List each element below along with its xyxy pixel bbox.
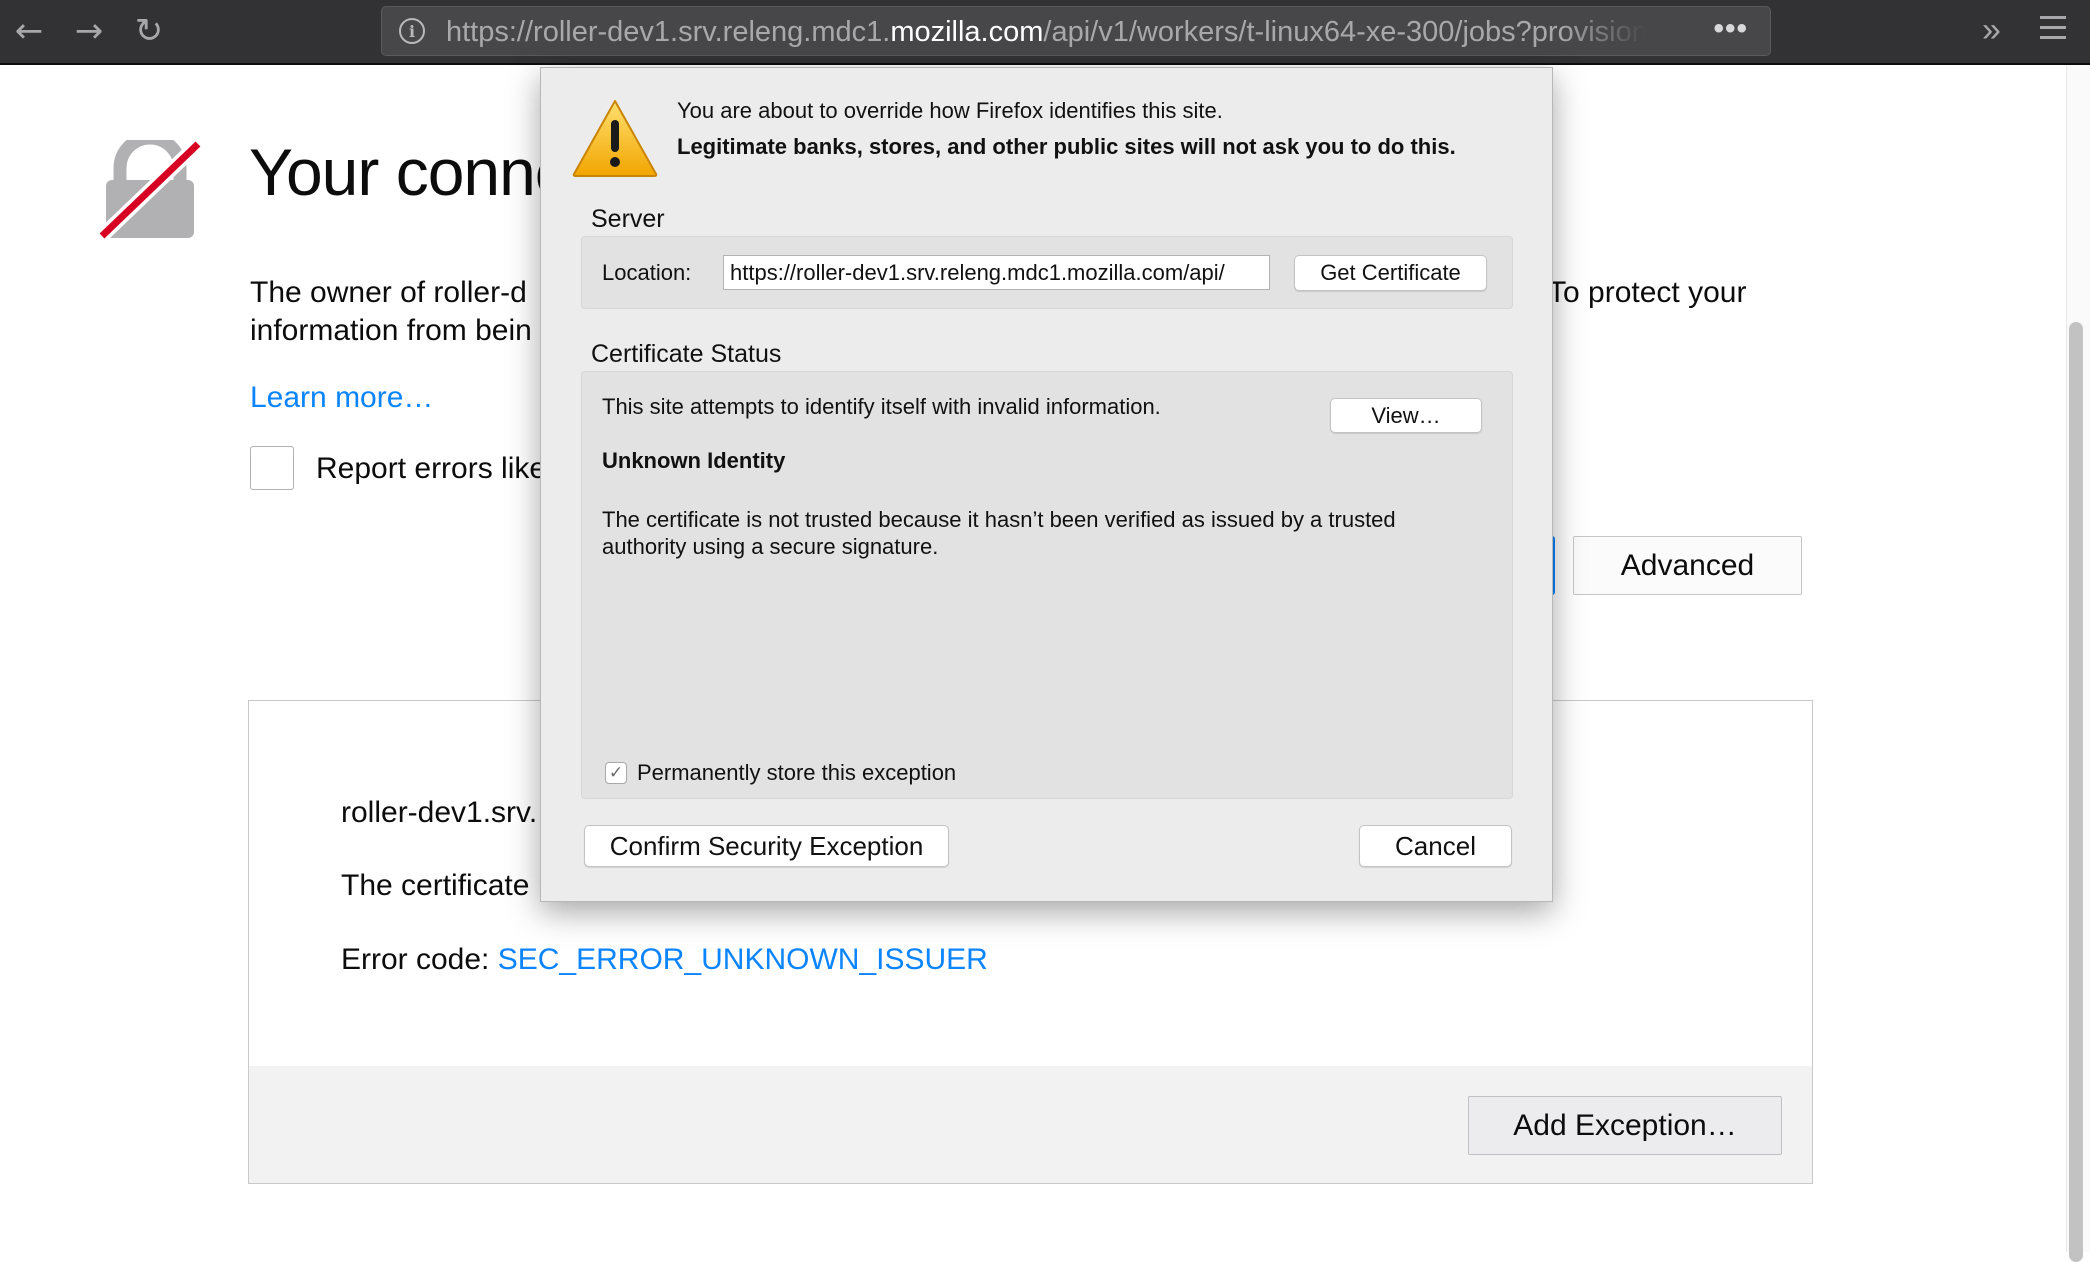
broken-lock-icon <box>98 140 202 240</box>
add-exception-button[interactable]: Add Exception… <box>1468 1096 1782 1155</box>
warning-text: You are about to override how Firefox id… <box>677 98 1223 123</box>
browser-toolbar: ← → ↻ i https://roller-dev1.srv.releng.m… <box>0 0 2090 65</box>
page-description-right: To protect your <box>1548 276 1747 309</box>
reload-icon[interactable]: ↻ <box>126 8 172 54</box>
url-bar[interactable]: i https://roller-dev1.srv.releng.mdc1.mo… <box>381 6 1771 56</box>
learn-more-link[interactable]: Learn more… <box>250 381 433 415</box>
more-actions-icon[interactable]: ••• <box>1713 7 1748 57</box>
url-host: mozilla.com <box>890 16 1044 48</box>
view-certificate-button[interactable]: View… <box>1330 398 1482 433</box>
certificate-status-title: Certificate Status <box>591 340 782 368</box>
report-errors-checkbox[interactable] <box>250 446 294 490</box>
report-errors-label: Report errors like <box>316 452 547 485</box>
get-certificate-button[interactable]: Get Certificate <box>1294 255 1487 291</box>
warning-bold-text: Legitimate banks, stores, and other publ… <box>677 134 1456 159</box>
page-description-line1: The owner of roller-d <box>250 276 527 309</box>
forward-arrow-icon[interactable]: → <box>66 8 112 54</box>
scrollbar-thumb[interactable] <box>2069 322 2083 1262</box>
page-description-line2: information from bein <box>250 314 532 347</box>
unknown-identity-title: Unknown Identity <box>602 448 786 473</box>
hamburger-menu-icon[interactable] <box>2040 16 2066 42</box>
certificate-status-group: This site attempts to identify itself wi… <box>581 371 1513 799</box>
advanced-host-text: roller-dev1.srv. <box>341 796 538 829</box>
cancel-button[interactable]: Cancel <box>1359 825 1512 867</box>
permanently-store-label[interactable]: Permanently store this exception <box>637 760 956 786</box>
add-security-exception-dialog: You are about to override how Firefox id… <box>540 67 1553 902</box>
error-code-link[interactable]: SEC_ERROR_UNKNOWN_ISSUER <box>498 943 988 976</box>
confirm-security-exception-button[interactable]: Confirm Security Exception <box>584 825 949 867</box>
overflow-chevrons-icon[interactable]: » <box>1982 10 2001 50</box>
certificate-description: The certificate is not trusted because i… <box>602 507 1396 559</box>
advanced-panel-footer: Add Exception… <box>249 1066 1812 1183</box>
url-text[interactable]: https://roller-dev1.srv.releng.mdc1.mozi… <box>446 7 1646 57</box>
location-input[interactable]: https://roller-dev1.srv.releng.mdc1.mozi… <box>723 255 1270 290</box>
server-group: Location: https://roller-dev1.srv.releng… <box>581 236 1513 309</box>
page-title: Your conne <box>249 135 572 209</box>
permanently-store-checkbox[interactable]: ✓ <box>605 762 627 784</box>
url-prefix: https://roller-dev1.srv.releng.mdc1. <box>446 16 891 48</box>
location-label: Location: <box>602 260 692 285</box>
url-suffix: /api/v1/workers/t-linux64-xe-300/jobs?pr… <box>1043 16 1646 48</box>
error-code-line: Error code: SEC_ERROR_UNKNOWN_ISSUER <box>341 943 988 977</box>
error-code-prefix: Error code: <box>341 943 498 976</box>
advanced-cert-text: The certificate <box>341 869 530 902</box>
back-arrow-icon[interactable]: ← <box>6 8 52 54</box>
status-text: This site attempts to identify itself wi… <box>602 394 1161 419</box>
server-section-title: Server <box>591 205 665 233</box>
warning-icon <box>572 100 658 177</box>
info-icon[interactable]: i <box>399 18 425 44</box>
advanced-button[interactable]: Advanced <box>1573 536 1802 595</box>
